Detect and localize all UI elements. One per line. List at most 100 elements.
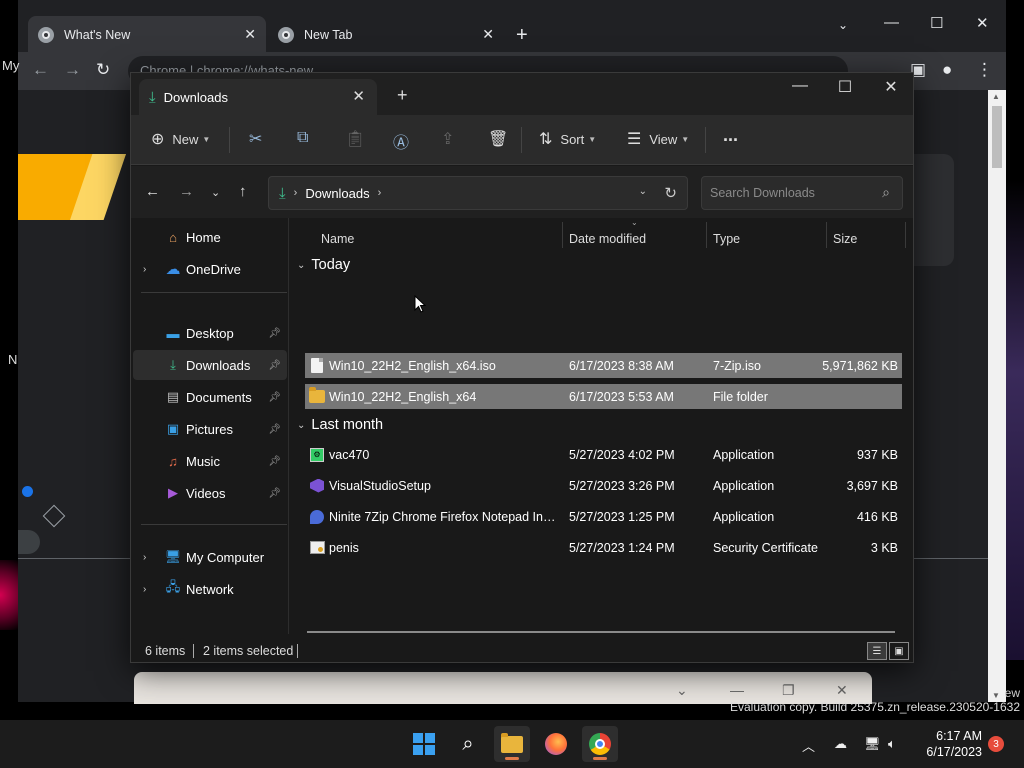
- close-window-icon[interactable]: ✕: [976, 14, 989, 32]
- up-arrow-icon[interactable]: ↑: [239, 183, 247, 200]
- sidebar-item-videos[interactable]: ▶ Videos 📌︎: [133, 478, 287, 508]
- cloud-offline-icon[interactable]: ☁: [834, 736, 847, 752]
- scroll-down-icon[interactable]: ▼: [992, 691, 1000, 700]
- sidebar-item-music[interactable]: ♫ Music 📌︎: [133, 446, 287, 476]
- details-view-icon[interactable]: ☰: [867, 642, 887, 660]
- volume-icon[interactable]: 🔈︎: [888, 736, 896, 752]
- column-divider[interactable]: [562, 222, 563, 248]
- file-row-ninite[interactable]: Ninite 7Zip Chrome Firefox Notepad Inst.…: [305, 504, 902, 529]
- close-tab-icon[interactable]: ✕: [482, 26, 494, 43]
- close-window-icon[interactable]: ✕: [868, 77, 913, 97]
- maximize-icon[interactable]: ☐: [822, 77, 868, 97]
- rename-button[interactable]: Ⓐ: [393, 129, 409, 153]
- group-header-last-month[interactable]: ⌄ Last month: [297, 417, 383, 433]
- explorer-tab-downloads[interactable]: ⤓ Downloads ✕: [139, 79, 377, 115]
- file-row-iso[interactable]: Win10_22H2_English_x64.iso 6/17/2023 8:3…: [305, 353, 902, 378]
- network-status-icon[interactable]: 🖥︎: [864, 736, 881, 752]
- breadcrumb-chevron-icon[interactable]: ›: [378, 187, 382, 199]
- sidebar-item-network[interactable]: › 🖧︎ Network: [133, 574, 287, 604]
- new-tab-plus-icon[interactable]: +: [397, 85, 408, 106]
- firefox-icon: [545, 733, 567, 755]
- file-row-certificate[interactable]: penis 5/27/2023 1:24 PM Security Certifi…: [305, 535, 902, 560]
- collapse-chevron-icon[interactable]: ⌄: [297, 420, 305, 431]
- file-row-folder[interactable]: Win10_22H2_English_x64 6/17/2023 5:53 AM…: [305, 384, 902, 409]
- sidebar-item-label: Documents: [186, 389, 252, 405]
- back-arrow-icon[interactable]: ←: [145, 183, 160, 200]
- refresh-icon[interactable]: ↻: [664, 184, 677, 202]
- taskbar-chrome[interactable]: [582, 726, 618, 762]
- column-header-date-modified[interactable]: Date modified: [569, 232, 646, 246]
- collapse-chevron-icon[interactable]: ⌄: [297, 260, 305, 271]
- expand-chevron-icon[interactable]: ›: [143, 264, 146, 275]
- taskbar-firefox[interactable]: [538, 726, 574, 762]
- sidebar-item-onedrive[interactable]: › ☁ OneDrive: [133, 254, 287, 284]
- address-history-chevron-icon[interactable]: ⌄: [639, 186, 647, 197]
- download-arrow-icon: ⤓: [279, 184, 286, 202]
- file-type: Application: [713, 447, 775, 462]
- chrome-scrollbar[interactable]: ▲ ▼: [988, 90, 1006, 702]
- carousel-dot-icon[interactable]: [22, 486, 33, 497]
- show-hidden-icons-chevron-icon[interactable]: ︿: [802, 736, 815, 755]
- close-tab-icon[interactable]: ✕: [352, 87, 365, 105]
- minimize-icon[interactable]: —: [884, 14, 899, 31]
- sidebar-item-downloads[interactable]: ⤓ Downloads 📌︎: [133, 350, 287, 380]
- sort-button[interactable]: ⇅ Sort ▼: [539, 129, 596, 149]
- start-button[interactable]: [406, 726, 442, 762]
- column-header-type[interactable]: Type: [713, 232, 740, 246]
- tab-search-chevron-icon[interactable]: ⌄: [838, 18, 848, 32]
- chrome-tab-whats-new[interactable]: What's New ✕: [28, 16, 266, 54]
- group-header-today[interactable]: ⌄ Today: [297, 257, 350, 273]
- pin-icon: 📌︎: [268, 327, 281, 339]
- more-options-button[interactable]: ...: [723, 125, 738, 146]
- close-tab-icon[interactable]: ✕: [244, 26, 256, 43]
- pin-icon: 📌︎: [268, 391, 281, 403]
- file-row-visualstudiosetup[interactable]: VisualStudioSetup 5/27/2023 3:26 PM Appl…: [305, 473, 902, 498]
- forward-arrow-icon[interactable]: →: [64, 60, 81, 80]
- chrome-menu-icon[interactable]: ⋮: [976, 60, 993, 80]
- forward-arrow-icon[interactable]: →: [179, 183, 194, 200]
- column-header-size[interactable]: Size: [833, 232, 857, 246]
- profile-icon[interactable]: ●: [942, 60, 952, 80]
- maximize-icon[interactable]: ☐: [930, 14, 943, 32]
- tiles-view-icon[interactable]: ▣: [889, 642, 909, 660]
- column-divider[interactable]: [905, 222, 906, 248]
- column-divider[interactable]: [706, 222, 707, 248]
- search-button[interactable]: ⌕: [450, 726, 486, 762]
- copy-button[interactable]: ⧉: [297, 129, 308, 147]
- delete-button[interactable]: 🗑︎: [488, 129, 508, 149]
- new-button[interactable]: ⊕ New ▼: [151, 129, 210, 149]
- reload-icon[interactable]: ↻: [96, 60, 110, 80]
- file-row-vac470[interactable]: ⚙ vac470 5/27/2023 4:02 PM Application 9…: [305, 442, 902, 467]
- horizontal-scrollbar[interactable]: [307, 631, 895, 633]
- paste-button[interactable]: 📋︎: [345, 129, 365, 149]
- notification-badge[interactable]: 3: [988, 736, 1004, 752]
- sidebar-item-pictures[interactable]: ▣ Pictures 📌︎: [133, 414, 287, 444]
- search-input[interactable]: Search Downloads ⌕: [701, 176, 903, 210]
- back-arrow-icon[interactable]: ←: [32, 60, 49, 80]
- scrollbar-thumb[interactable]: [992, 106, 1002, 168]
- clock[interactable]: 6:17 AM 6/17/2023: [912, 728, 982, 760]
- minimize-icon[interactable]: —: [777, 77, 823, 95]
- chrome-tab-new-tab[interactable]: New Tab ✕: [268, 16, 504, 54]
- column-divider[interactable]: [826, 222, 827, 248]
- sidebar-item-home[interactable]: ⌂ Home: [133, 222, 287, 252]
- sidebar-item-my-computer[interactable]: › 🖥︎ My Computer: [133, 542, 287, 572]
- address-bar[interactable]: ⤓ › Downloads › ⌄ ↻: [268, 176, 688, 210]
- expand-chevron-icon[interactable]: ›: [143, 552, 146, 563]
- view-button-label: View: [649, 131, 678, 147]
- recent-locations-chevron-icon[interactable]: ⌄: [211, 186, 220, 199]
- new-tab-plus-icon[interactable]: +: [516, 24, 528, 47]
- sidebar-item-desktop[interactable]: ▬ Desktop 📌︎: [133, 318, 287, 348]
- view-button[interactable]: ☰ View ▼: [627, 129, 689, 149]
- sidebar-item-label: Desktop: [186, 325, 234, 341]
- sidebar-item-documents[interactable]: ▤ Documents 📌︎: [133, 382, 287, 412]
- pictures-icon: ▣: [166, 421, 180, 436]
- breadcrumb-downloads[interactable]: Downloads: [305, 186, 369, 201]
- column-header-name[interactable]: Name: [321, 232, 354, 246]
- expand-chevron-icon[interactable]: ›: [143, 584, 146, 595]
- scroll-up-icon[interactable]: ▲: [992, 92, 1000, 101]
- share-button[interactable]: ⇪: [441, 129, 454, 149]
- cut-button[interactable]: ✂: [249, 129, 262, 149]
- taskbar-file-explorer[interactable]: [494, 726, 530, 762]
- divider: [297, 644, 298, 658]
